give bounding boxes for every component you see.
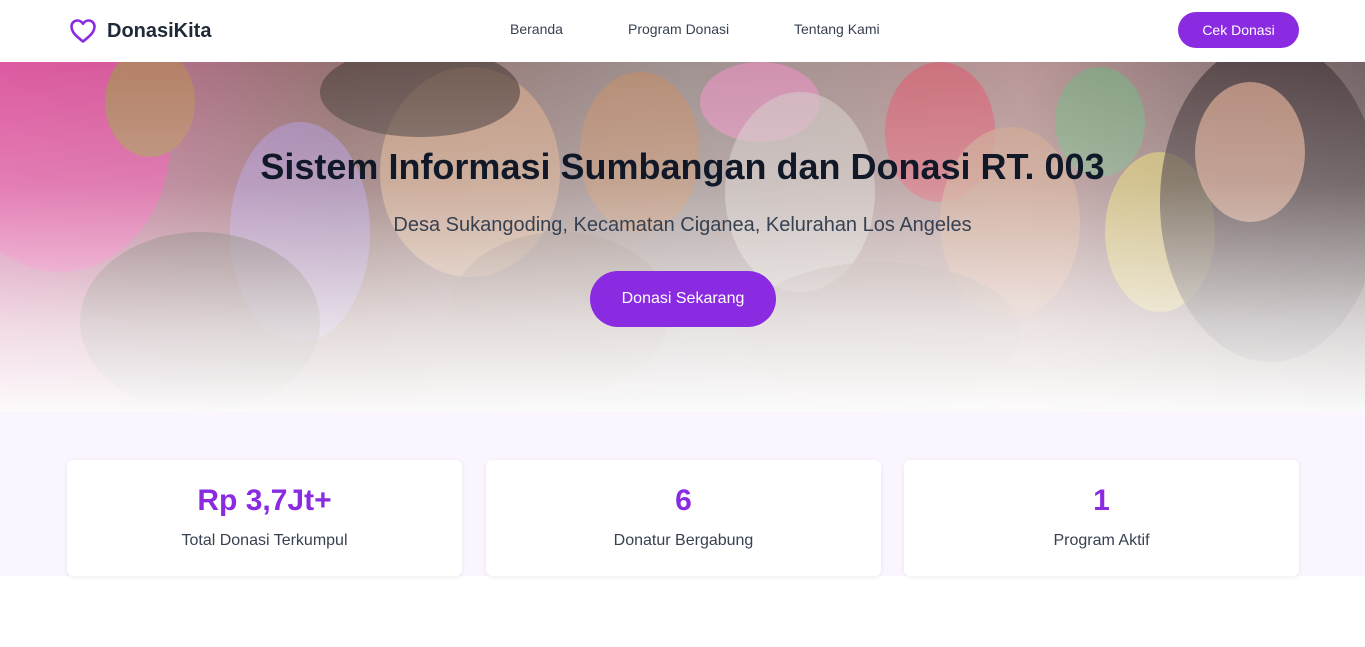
stats-section: Rp 3,7Jt+ Total Donasi Terkumpul 6 Donat… bbox=[0, 412, 1365, 576]
stat-value: 6 bbox=[675, 484, 692, 517]
hero-subtitle: Desa Sukangoding, Kecamatan Ciganea, Kel… bbox=[393, 214, 972, 236]
brand-logo[interactable]: DonasiKita bbox=[69, 17, 211, 45]
brand-name: DonasiKita bbox=[107, 19, 212, 42]
hero-title: Sistem Informasi Sumbangan dan Donasi RT… bbox=[260, 146, 1105, 187]
nav-link-program-donasi[interactable]: Program Donasi bbox=[628, 21, 729, 37]
stat-label: Program Aktif bbox=[1053, 532, 1150, 549]
nav-link-tentang-kami[interactable]: Tentang Kami bbox=[794, 21, 880, 37]
stat-card-total-donasi: Rp 3,7Jt+ Total Donasi Terkumpul bbox=[67, 460, 462, 576]
stat-card-program-aktif: 1 Program Aktif bbox=[904, 460, 1299, 576]
heart-icon bbox=[69, 18, 97, 44]
hero-overlay bbox=[0, 62, 1365, 412]
stat-card-donatur: 6 Donatur Bergabung bbox=[486, 460, 881, 576]
navbar: DonasiKita Beranda Program Donasi Tentan… bbox=[0, 0, 1365, 62]
stat-value: Rp 3,7Jt+ bbox=[197, 484, 332, 517]
stat-label: Total Donasi Terkumpul bbox=[181, 532, 348, 549]
cek-donasi-button[interactable]: Cek Donasi bbox=[1178, 12, 1299, 48]
donasi-sekarang-button[interactable]: Donasi Sekarang bbox=[590, 271, 776, 327]
stat-value: 1 bbox=[1093, 484, 1110, 517]
nav-link-beranda[interactable]: Beranda bbox=[510, 21, 563, 37]
stat-label: Donatur Bergabung bbox=[613, 532, 754, 549]
hero-section: Sistem Informasi Sumbangan dan Donasi RT… bbox=[0, 62, 1365, 412]
